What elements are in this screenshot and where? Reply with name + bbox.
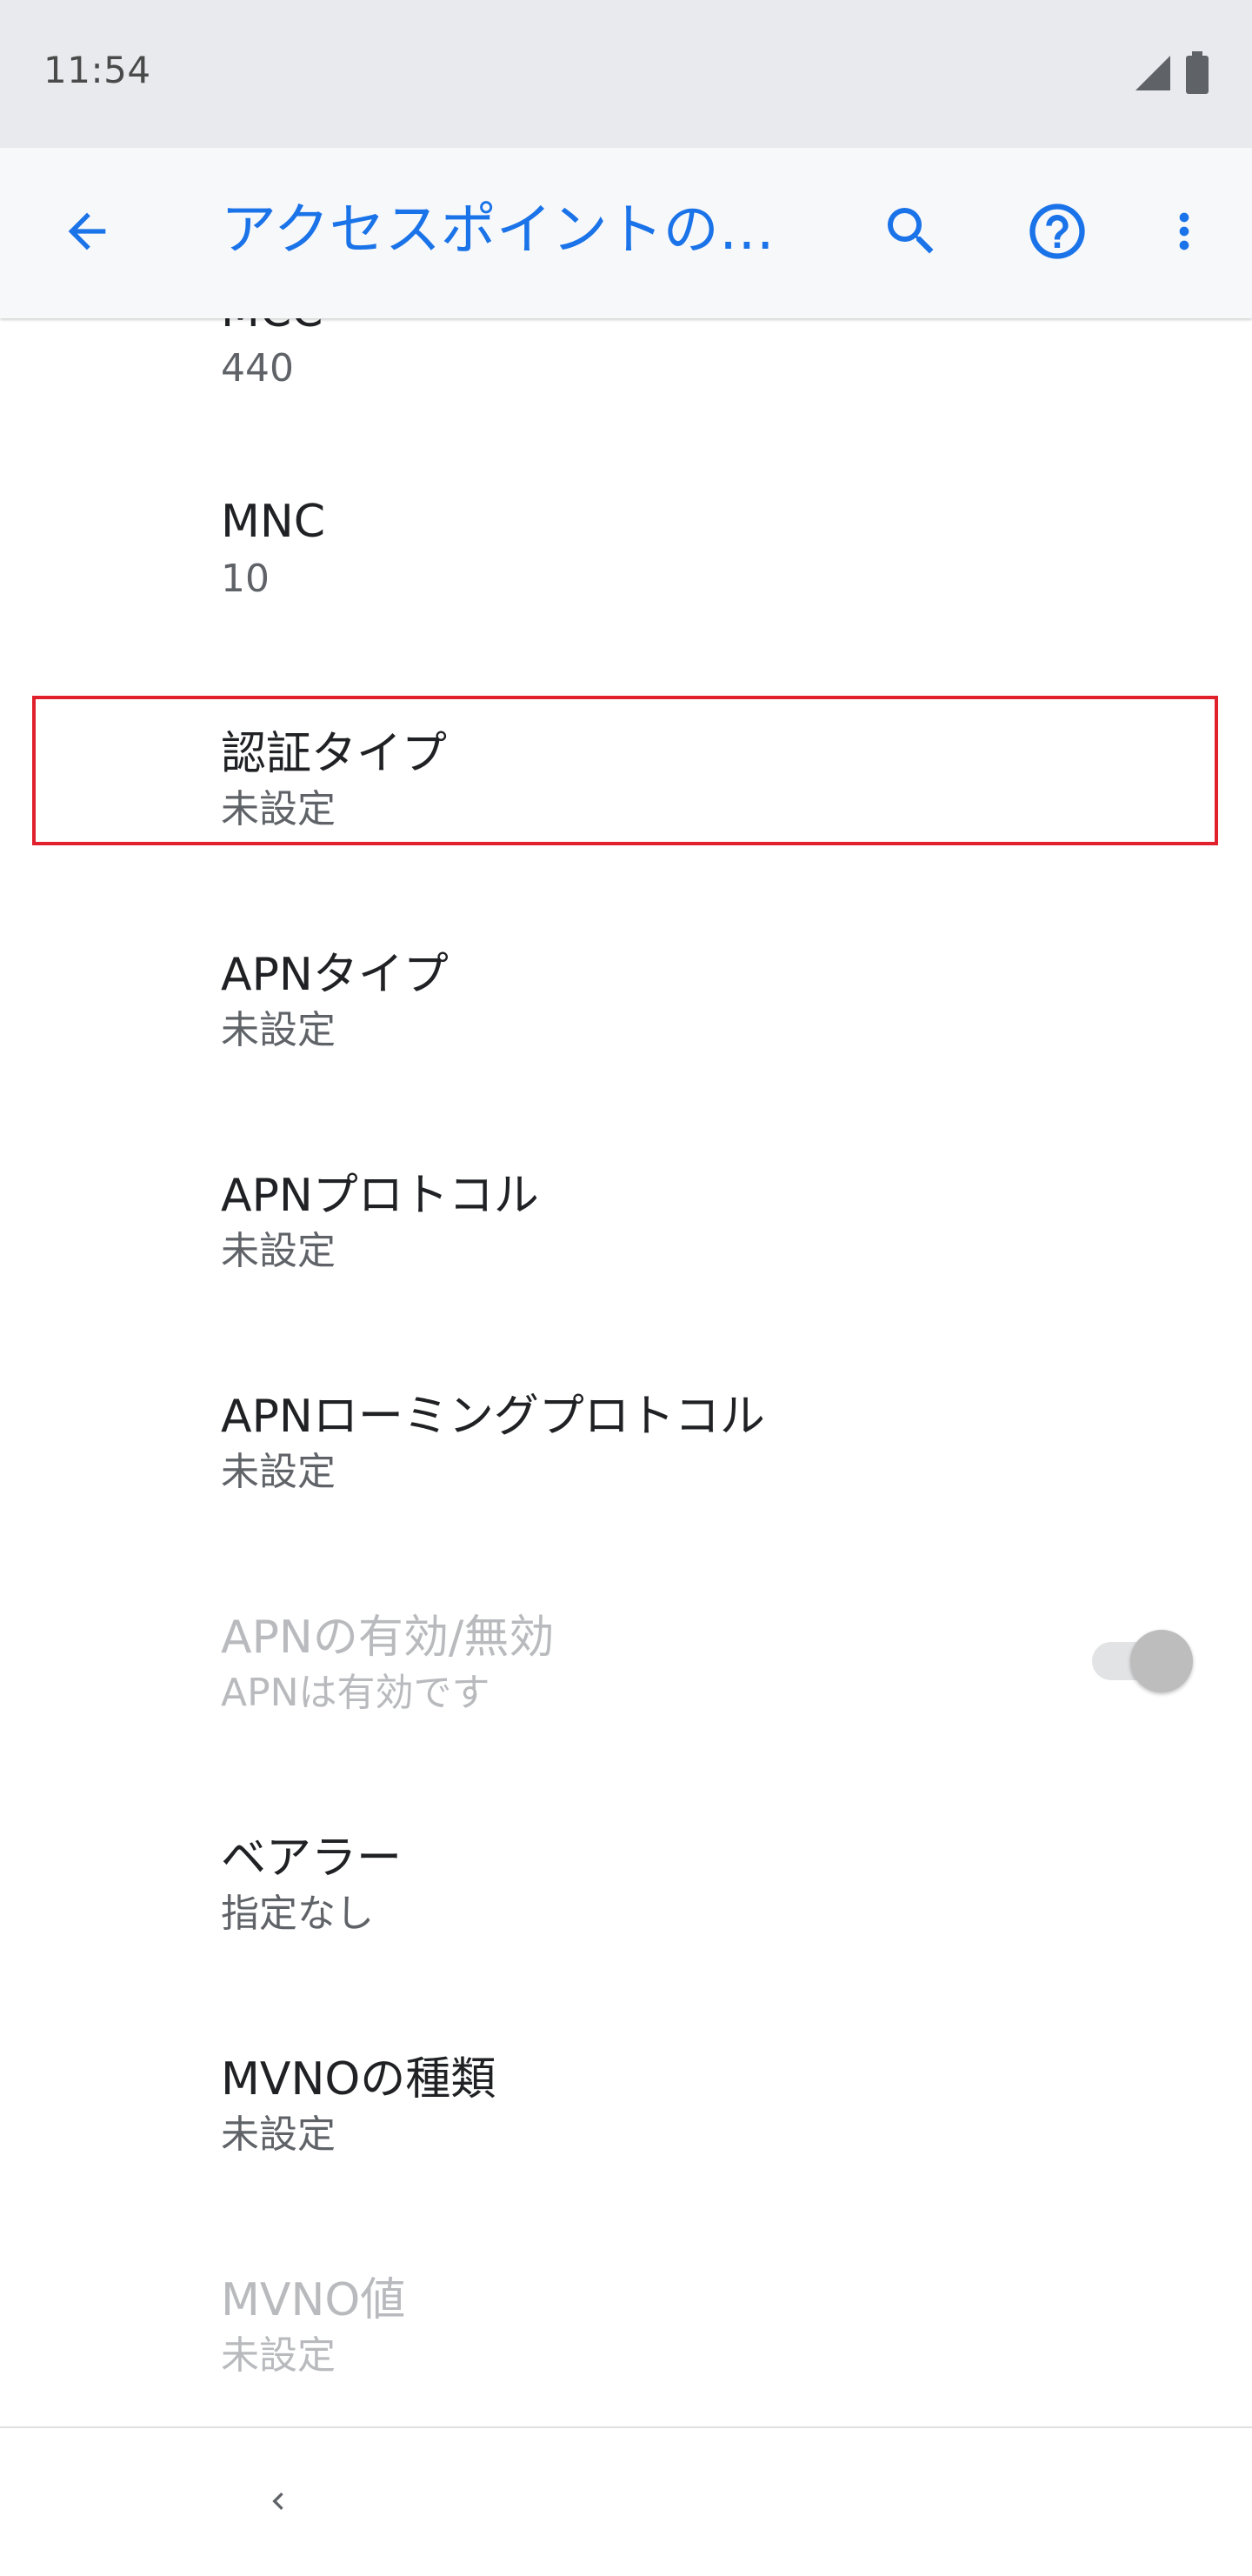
setting-title: MCC	[221, 318, 323, 337]
help-circle-icon	[1024, 198, 1090, 268]
setting-title: APNプロトコル	[221, 1170, 539, 1222]
setting-summary: 440	[221, 346, 294, 390]
status-time: 11:54	[43, 49, 151, 91]
setting-title: MVNO値	[221, 2274, 406, 2326]
setting-row-mnc[interactable]: MNC 10	[0, 496, 1252, 717]
page-title: アクセスポイントの編集	[221, 198, 812, 263]
more-vert-icon	[1156, 204, 1212, 263]
setting-row-mcc[interactable]: MCC 440	[0, 318, 1252, 506]
more-options-button[interactable]	[1134, 183, 1235, 284]
setting-summary: 10	[221, 557, 270, 601]
setting-summary: 未設定	[221, 1450, 336, 1494]
navigation-bar	[0, 2426, 1252, 2576]
setting-summary: 指定なし	[221, 1892, 374, 1936]
chevron-left-icon	[261, 2484, 296, 2522]
setting-row-apn-roaming-protocol[interactable]: APNローミングプロトコル 未設定	[0, 1379, 1252, 1600]
back-button[interactable]	[37, 183, 137, 284]
setting-summary: 未設定	[221, 1229, 336, 1273]
setting-row-apn-type[interactable]: APNタイプ 未設定	[0, 938, 1252, 1158]
highlight-box	[32, 696, 1218, 845]
setting-row-apn-enable: APNの有効/無効 APNは有効です	[0, 1600, 1252, 1821]
setting-title: ベアラー	[221, 1832, 403, 1885]
search-icon	[880, 200, 942, 266]
setting-row-apn-protocol[interactable]: APNプロトコル 未設定	[0, 1158, 1252, 1379]
status-icons	[1134, 49, 1210, 97]
nav-back-button[interactable]	[243, 2468, 313, 2538]
toggle-thumb	[1130, 1630, 1193, 1692]
battery-icon	[1184, 51, 1210, 95]
setting-row-mvno-type[interactable]: MVNOの種類 未設定	[0, 2042, 1252, 2263]
setting-title: APNローミングプロトコル	[221, 1391, 765, 1443]
setting-summary: APNは有効です	[221, 1671, 490, 1715]
settings-list[interactable]: MCC 440 MNC 10 認証タイプ 未設定 APNタイプ 未設定 APNプ…	[0, 318, 1252, 2426]
setting-summary: 未設定	[221, 2112, 336, 2157]
app-bar: アクセスポイントの編集	[0, 148, 1252, 318]
setting-summary: 未設定	[221, 1008, 336, 1052]
setting-title: APNの有効/無効	[221, 1612, 555, 1664]
status-bar: 11:54	[0, 0, 1252, 148]
search-button[interactable]	[861, 183, 962, 284]
setting-title: MNC	[221, 496, 326, 548]
help-button[interactable]	[1007, 183, 1108, 284]
cell-signal-icon	[1134, 54, 1172, 92]
setting-summary: 未設定	[221, 2333, 336, 2378]
arrow-left-icon	[59, 204, 115, 263]
setting-row-bearer[interactable]: ベアラー 指定なし	[0, 1821, 1252, 2042]
apn-enable-toggle[interactable]	[1092, 1623, 1196, 1692]
setting-title: APNタイプ	[221, 949, 449, 1001]
setting-title: MVNOの種類	[221, 2053, 496, 2106]
setting-row-mvno-value: MVNO値 未設定	[0, 2263, 1252, 2426]
